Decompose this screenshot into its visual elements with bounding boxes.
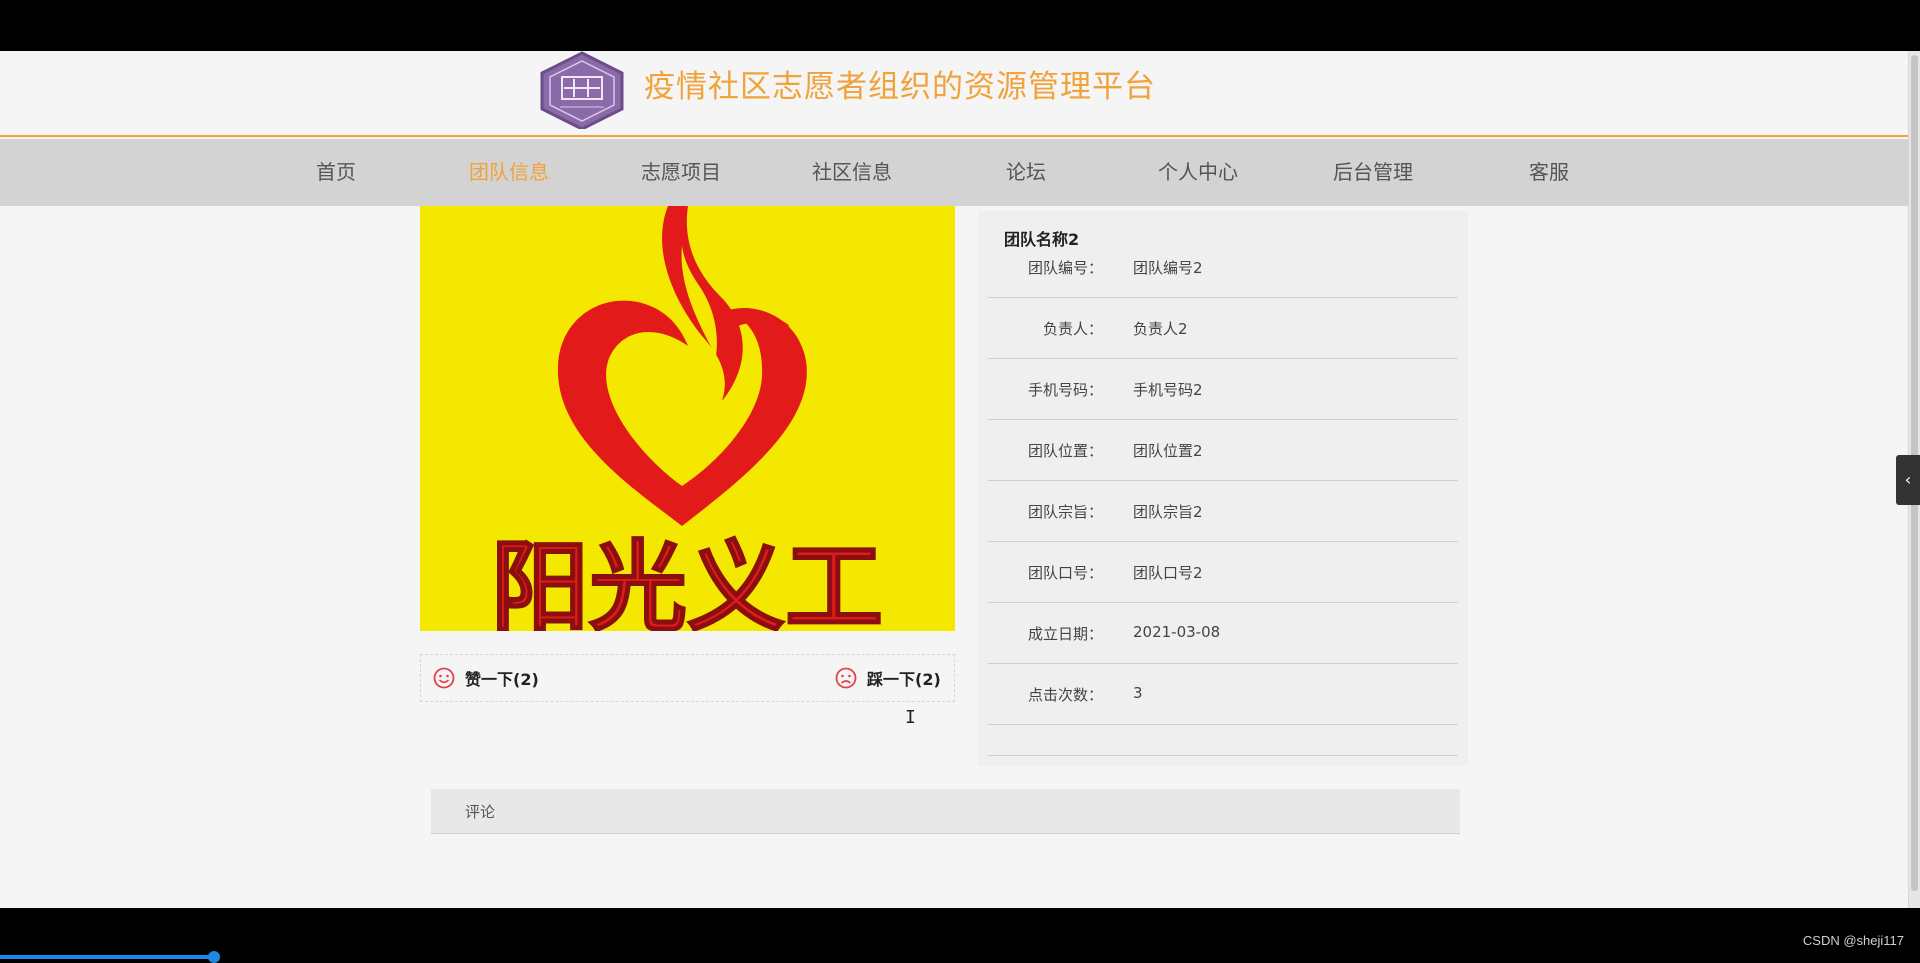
- nav-item-home[interactable]: 首页: [316, 139, 356, 206]
- comment-tab[interactable]: 评论: [431, 789, 1460, 834]
- video-progress-handle[interactable]: [208, 951, 220, 963]
- team-image-caption: 阳光义工: [491, 531, 883, 631]
- detail-label: 成立日期：: [1027, 625, 1103, 643]
- nav-item-volunteer-projects[interactable]: 志愿项目: [641, 139, 721, 206]
- detail-value: 2021-03-08: [1133, 623, 1221, 641]
- like-button[interactable]: 赞一下(2): [433, 655, 539, 701]
- team-details-panel: 团队名称2 团队编号： 团队编号2 负责人： 负责人2 手机号码： 手机号码2 …: [978, 211, 1468, 766]
- frown-icon: [835, 667, 857, 689]
- top-letterbox: [0, 0, 1920, 51]
- nav-item-community-info[interactable]: 社区信息: [812, 139, 892, 206]
- dislike-label: 踩一下(2): [867, 670, 941, 689]
- smile-icon: [433, 667, 455, 689]
- detail-row-location: 团队位置： 团队位置2: [988, 420, 1458, 481]
- detail-value: 手机号码2: [1133, 381, 1203, 399]
- page: 疫情社区志愿者组织的资源管理平台 首页 团队信息 志愿项目 社区信息 论坛 个人…: [0, 51, 1908, 908]
- detail-label: 团队位置：: [1027, 442, 1103, 460]
- watermark: CSDN @sheji117: [1802, 933, 1904, 948]
- divider: [988, 755, 1458, 756]
- nav-item-team-info[interactable]: 团队信息: [469, 139, 549, 206]
- detail-label: 团队编号：: [1027, 259, 1103, 277]
- detail-value: 3: [1133, 684, 1143, 702]
- detail-row-founded-date: 成立日期： 2021-03-08: [988, 603, 1458, 664]
- nav-item-personal-center[interactable]: 个人中心: [1158, 139, 1238, 206]
- detail-row-click-count: 点击次数： 3: [988, 664, 1458, 725]
- video-progress-bar[interactable]: [0, 955, 215, 959]
- detail-value: 团队口号2: [1133, 564, 1203, 582]
- detail-value: 团队编号2: [1133, 259, 1203, 277]
- detail-label: 点击次数：: [1027, 686, 1103, 704]
- detail-row-slogan: 团队口号： 团队口号2: [988, 542, 1458, 603]
- detail-row-leader: 负责人： 负责人2: [988, 298, 1458, 359]
- dislike-button[interactable]: 踩一下(2): [835, 655, 941, 701]
- detail-label: 团队宗旨：: [1027, 503, 1103, 521]
- seal-logo-icon: [540, 51, 624, 129]
- detail-label: 手机号码：: [1027, 381, 1103, 399]
- team-image: 阳光义工: [420, 206, 955, 631]
- detail-value: 负责人2: [1133, 320, 1188, 338]
- detail-label: 负责人：: [1042, 320, 1103, 338]
- detail-row-mission: 团队宗旨： 团队宗旨2: [988, 481, 1458, 542]
- nav-item-customer-service[interactable]: 客服: [1529, 139, 1569, 206]
- bottom-letterbox: [0, 908, 1920, 960]
- team-logo-graphic: 阳光义工: [420, 206, 955, 631]
- detail-value: 团队位置2: [1133, 442, 1203, 460]
- site-title: 疫情社区志愿者组织的资源管理平台: [644, 69, 1156, 105]
- detail-label: 团队口号：: [1027, 564, 1103, 582]
- comment-tab-label: 评论: [465, 803, 496, 821]
- chevron-left-icon[interactable]: ‹: [1896, 455, 1920, 505]
- main-nav: 首页 团队信息 志愿项目 社区信息 论坛 个人中心 后台管理 客服: [0, 139, 1908, 206]
- text-cursor-icon: I: [905, 707, 916, 728]
- nav-item-admin[interactable]: 后台管理: [1333, 139, 1413, 206]
- like-label: 赞一下(2): [465, 670, 539, 689]
- site-header: 疫情社区志愿者组织的资源管理平台: [0, 51, 1908, 137]
- detail-row-team-id: 团队编号： 团队编号2: [988, 237, 1458, 298]
- nav-item-forum[interactable]: 论坛: [1006, 139, 1046, 206]
- vote-bar: 赞一下(2) 踩一下(2): [420, 654, 955, 702]
- detail-row-phone: 手机号码： 手机号码2: [988, 359, 1458, 420]
- detail-value: 团队宗旨2: [1133, 503, 1203, 521]
